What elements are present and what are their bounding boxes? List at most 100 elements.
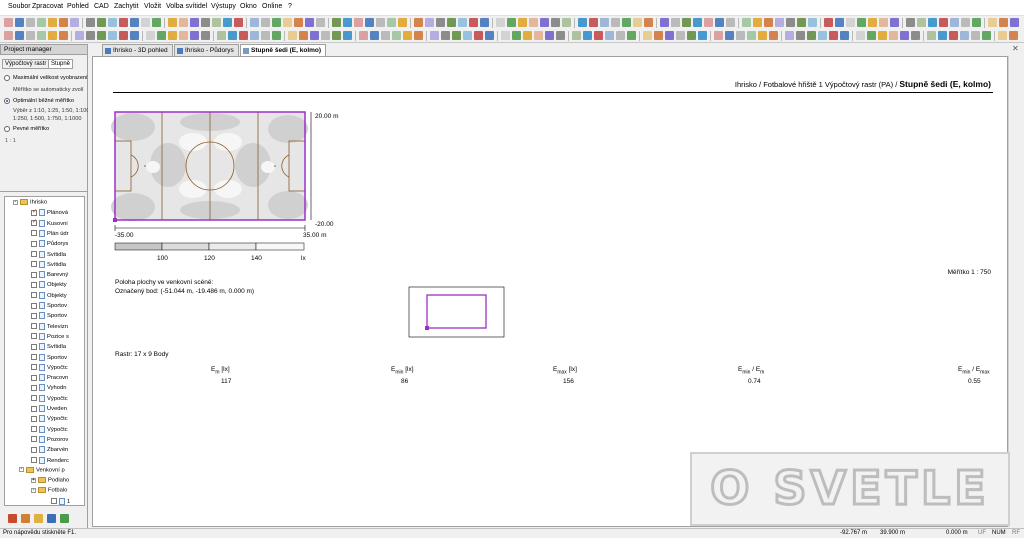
toolbar-button-icon[interactable] [370, 31, 379, 40]
tree-item[interactable]: Výpočtc [31, 415, 68, 425]
toolbar-button-icon[interactable] [676, 31, 685, 40]
toolbar-button-icon[interactable] [436, 18, 445, 27]
toolbar-button-icon[interactable] [403, 31, 412, 40]
checkbox[interactable] [31, 240, 37, 247]
radio-max-size[interactable] [4, 75, 10, 81]
toolbar-button-icon[interactable] [1009, 31, 1018, 40]
tree-root[interactable]: - Ihrisko [13, 199, 47, 209]
toolbar-button-icon[interactable] [250, 31, 259, 40]
toolbar-button-icon[interactable] [998, 31, 1007, 40]
tree-subfolder[interactable]: - Fotbalo [31, 487, 67, 497]
toolbar-button-icon[interactable] [594, 31, 603, 40]
toolbar-button-icon[interactable] [605, 31, 614, 40]
toolbar-button-icon[interactable] [217, 31, 226, 40]
toolbar-button-icon[interactable] [643, 31, 652, 40]
menu-item-10[interactable]: ? [288, 3, 292, 10]
toolbar-button-icon[interactable] [474, 31, 483, 40]
tree-leaf[interactable]: 1 [51, 497, 70, 505]
toolbar-button-icon[interactable] [430, 31, 439, 40]
toolbar-button-icon[interactable] [572, 31, 581, 40]
toolbar-button-icon[interactable] [485, 31, 494, 40]
toolbar-button-icon[interactable] [179, 18, 188, 27]
toolbar-button-icon[interactable] [501, 31, 510, 40]
toolbar-button-icon[interactable] [398, 18, 407, 27]
toolbar-button-icon[interactable] [294, 18, 303, 27]
toolbar-button-icon[interactable] [48, 18, 57, 27]
radio-fixed-scale[interactable] [4, 126, 10, 132]
toolbar-button-icon[interactable] [797, 18, 806, 27]
toolbar-button-icon[interactable] [332, 18, 341, 27]
toolbar-button-icon[interactable] [261, 31, 270, 40]
toolbar-button-icon[interactable] [857, 18, 866, 27]
toolbar-button-icon[interactable] [808, 18, 817, 27]
menu-item-9[interactable]: Online [262, 3, 282, 10]
tree-item[interactable]: Svítidla [31, 260, 66, 271]
menu-item-8[interactable]: Okno [240, 3, 257, 10]
toolbar-button-icon[interactable] [272, 18, 281, 27]
toolbar-button-icon[interactable] [682, 18, 691, 27]
toolbar-button-icon[interactable] [310, 31, 319, 40]
toolbar-button-icon[interactable] [201, 31, 210, 40]
pane-tool-icon[interactable] [8, 514, 17, 523]
toolbar-button-icon[interactable] [441, 31, 450, 40]
checkbox[interactable] [31, 395, 37, 402]
toolbar-button-icon[interactable] [747, 31, 756, 40]
tree-item[interactable]: Sportov [31, 312, 67, 322]
toolbar-button-icon[interactable] [622, 18, 631, 27]
checkbox[interactable] [31, 302, 37, 309]
toolbar-button-icon[interactable] [512, 31, 521, 40]
checkbox[interactable] [31, 281, 37, 288]
toolbar-button-icon[interactable] [988, 18, 997, 27]
toolbar-button-icon[interactable] [890, 18, 899, 27]
checkbox[interactable] [31, 271, 37, 278]
toolbar-button-icon[interactable] [146, 31, 155, 40]
toolbar-button-icon[interactable] [59, 18, 68, 27]
toolbar-button-icon[interactable] [938, 31, 947, 40]
pane-splitter[interactable] [0, 191, 88, 192]
tree-item[interactable]: Svítidla [31, 250, 66, 261]
toolbar-button-icon[interactable] [889, 31, 898, 40]
toolbar-button-icon[interactable] [616, 31, 625, 40]
checkbox[interactable] [31, 323, 37, 330]
toolbar-button-icon[interactable] [693, 18, 702, 27]
toolbar-button-icon[interactable] [545, 31, 554, 40]
toolbar-button-icon[interactable] [671, 18, 680, 27]
toolbar-button-icon[interactable] [523, 31, 532, 40]
toolbar-button-icon[interactable] [452, 31, 461, 40]
menu-item-7[interactable]: Výstupy [211, 3, 236, 10]
toolbar-button-icon[interactable] [157, 31, 166, 40]
toolbar-button-icon[interactable] [108, 18, 117, 27]
checkbox[interactable] [31, 426, 37, 433]
toolbar-button-icon[interactable] [906, 18, 915, 27]
menu-item-2[interactable]: Pohled [67, 3, 89, 10]
tree-item[interactable]: Sportov [31, 353, 67, 364]
menu-item-6[interactable]: Volba svítidel [166, 3, 207, 10]
toolbar-button-icon[interactable] [332, 31, 341, 40]
toolbar-button-icon[interactable] [726, 18, 735, 27]
toolbar-button-icon[interactable] [796, 31, 805, 40]
toolbar-button-icon[interactable] [26, 31, 35, 40]
toolbar-button-icon[interactable] [414, 31, 423, 40]
menu-item-0[interactable]: Soubor [8, 3, 31, 10]
tree-subfolder[interactable]: + Podlaho [31, 477, 69, 487]
collapse-icon[interactable]: - [13, 199, 18, 205]
toolbar-button-icon[interactable] [321, 31, 330, 40]
toolbar-button-icon[interactable] [414, 18, 423, 27]
toolbar-button-icon[interactable] [201, 18, 210, 27]
toolbar-button-icon[interactable] [152, 18, 161, 27]
toolbar-button-icon[interactable] [343, 18, 352, 27]
toolbar-button-icon[interactable] [387, 18, 396, 27]
checkbox[interactable] [31, 251, 37, 257]
toolbar-button-icon[interactable] [589, 18, 598, 27]
toolbar-button-icon[interactable] [786, 18, 795, 27]
toolbar-button-icon[interactable] [190, 18, 199, 27]
close-document-icon[interactable]: ✕ [1012, 44, 1019, 53]
toolbar-button-icon[interactable] [917, 18, 926, 27]
collapse-icon[interactable]: - [31, 487, 36, 493]
collapse-icon[interactable]: - [19, 467, 24, 473]
toolbar-button-icon[interactable] [949, 31, 958, 40]
toolbar-button-icon[interactable] [37, 31, 46, 40]
toolbar-button-icon[interactable] [234, 18, 243, 27]
toolbar-button-icon[interactable] [960, 31, 969, 40]
checkbox[interactable] [31, 354, 37, 360]
